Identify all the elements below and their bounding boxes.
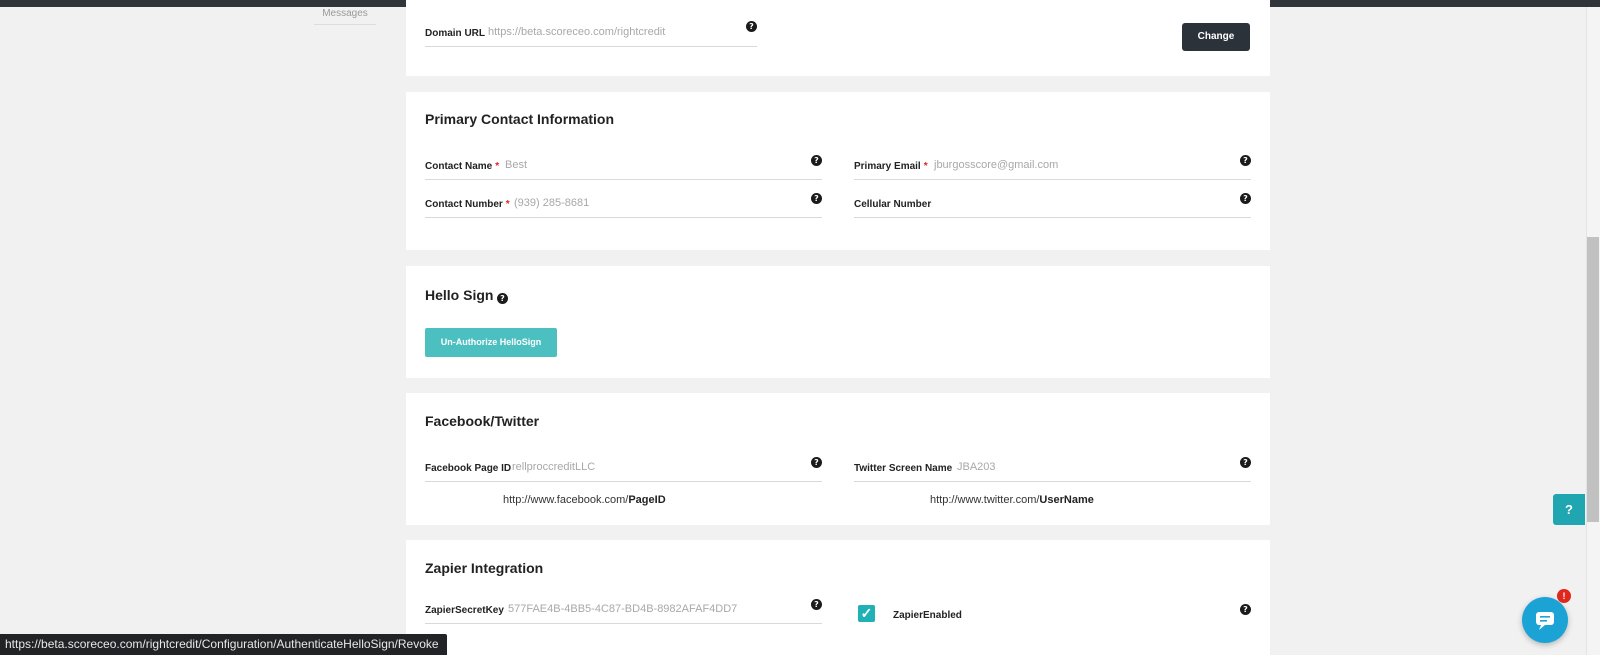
chat-notification-badge: !: [1557, 589, 1571, 603]
primary-contact-title: Primary Contact Information: [425, 111, 615, 127]
help-tab-button[interactable]: ?: [1553, 494, 1585, 525]
contact-number-label: Contact Number *: [425, 199, 510, 210]
twitter-screen-name-field[interactable]: Twitter Screen Name JBA203 ?: [854, 454, 1251, 482]
zapier-secret-key-input[interactable]: 577FAE4B-4BB5-4C87-BD4B-8982AFAF4DD7: [508, 603, 737, 615]
cellular-number-label: Cellular Number: [854, 199, 932, 210]
help-icon[interactable]: ?: [811, 457, 822, 468]
contact-name-label: Contact Name *: [425, 161, 500, 172]
hello-sign-card: Hello Sign ? Un-Authorize HelloSign: [406, 266, 1270, 378]
contact-name-input[interactable]: Best: [505, 159, 527, 171]
required-marker: *: [505, 199, 510, 210]
hello-sign-title: Hello Sign: [425, 287, 494, 303]
facebook-twitter-title: Facebook/Twitter: [425, 413, 540, 429]
help-icon[interactable]: ?: [1240, 457, 1251, 468]
status-bar-url: https://beta.scoreceo.com/rightcredit/Co…: [0, 634, 447, 655]
facebook-twitter-card: Facebook/Twitter Facebook Page ID rellpr…: [406, 393, 1270, 525]
help-icon[interactable]: ?: [1240, 193, 1251, 204]
facebook-page-id-field[interactable]: Facebook Page ID rellproccreditLLC ?: [425, 454, 822, 482]
chat-icon: [1536, 612, 1554, 630]
contact-number-field[interactable]: Contact Number * (939) 285-8681 ?: [425, 190, 822, 218]
required-marker: *: [923, 161, 928, 172]
help-icon[interactable]: ?: [1240, 155, 1251, 166]
zapier-card: Zapier Integration ZapierSecretKey 577FA…: [406, 540, 1270, 655]
zapier-title: Zapier Integration: [425, 560, 544, 576]
primary-email-input[interactable]: jburgosscore@gmail.com: [934, 159, 1058, 171]
twitter-screen-name-input[interactable]: JBA203: [957, 461, 996, 473]
required-marker: *: [495, 161, 500, 172]
contact-name-field[interactable]: Contact Name * Best ?: [425, 152, 822, 180]
help-icon[interactable]: ?: [811, 193, 822, 204]
facebook-url-hint: http://www.facebook.com/PageID: [503, 494, 666, 506]
help-icon[interactable]: ?: [1240, 604, 1251, 615]
help-icon[interactable]: ?: [497, 293, 508, 304]
sidebar-item-messages[interactable]: Messages: [314, 8, 376, 25]
help-icon[interactable]: ?: [746, 21, 757, 32]
facebook-page-id-input[interactable]: rellproccreditLLC: [512, 461, 595, 473]
unauthorize-hellosign-button[interactable]: Un-Authorize HelloSign: [425, 328, 557, 357]
chat-launcher-button[interactable]: [1522, 597, 1568, 643]
cellular-number-field[interactable]: Cellular Number ?: [854, 190, 1251, 218]
facebook-page-id-label: Facebook Page ID: [425, 463, 512, 474]
zapier-secret-key-label: ZapierSecretKey: [425, 605, 504, 616]
twitter-screen-name-label: Twitter Screen Name: [854, 463, 953, 474]
domain-url-field[interactable]: Domain URL https://beta.scoreceo.com/rig…: [425, 19, 757, 47]
help-icon[interactable]: ?: [811, 155, 822, 166]
zapier-secret-key-field[interactable]: ZapierSecretKey 577FAE4B-4BB5-4C87-BD4B-…: [425, 596, 822, 624]
zapier-enabled-label: ZapierEnabled: [893, 610, 962, 621]
change-domain-button[interactable]: Change: [1182, 23, 1250, 51]
primary-email-label: Primary Email *: [854, 161, 928, 172]
twitter-url-hint: http://www.twitter.com/UserName: [930, 494, 1094, 506]
scrollbar-thumb[interactable]: [1587, 237, 1599, 522]
primary-email-field[interactable]: Primary Email * jburgosscore@gmail.com ?: [854, 152, 1251, 180]
zapier-enabled-checkbox[interactable]: ✓: [858, 605, 875, 622]
domain-url-input[interactable]: https://beta.scoreceo.com/rightcredit: [488, 26, 665, 38]
domain-card: Domain URL https://beta.scoreceo.com/rig…: [406, 0, 1270, 76]
domain-url-label: Domain URL: [425, 28, 485, 39]
help-icon[interactable]: ?: [811, 599, 822, 610]
primary-contact-card: Primary Contact Information Contact Name…: [406, 92, 1270, 250]
contact-number-input[interactable]: (939) 285-8681: [514, 197, 589, 209]
